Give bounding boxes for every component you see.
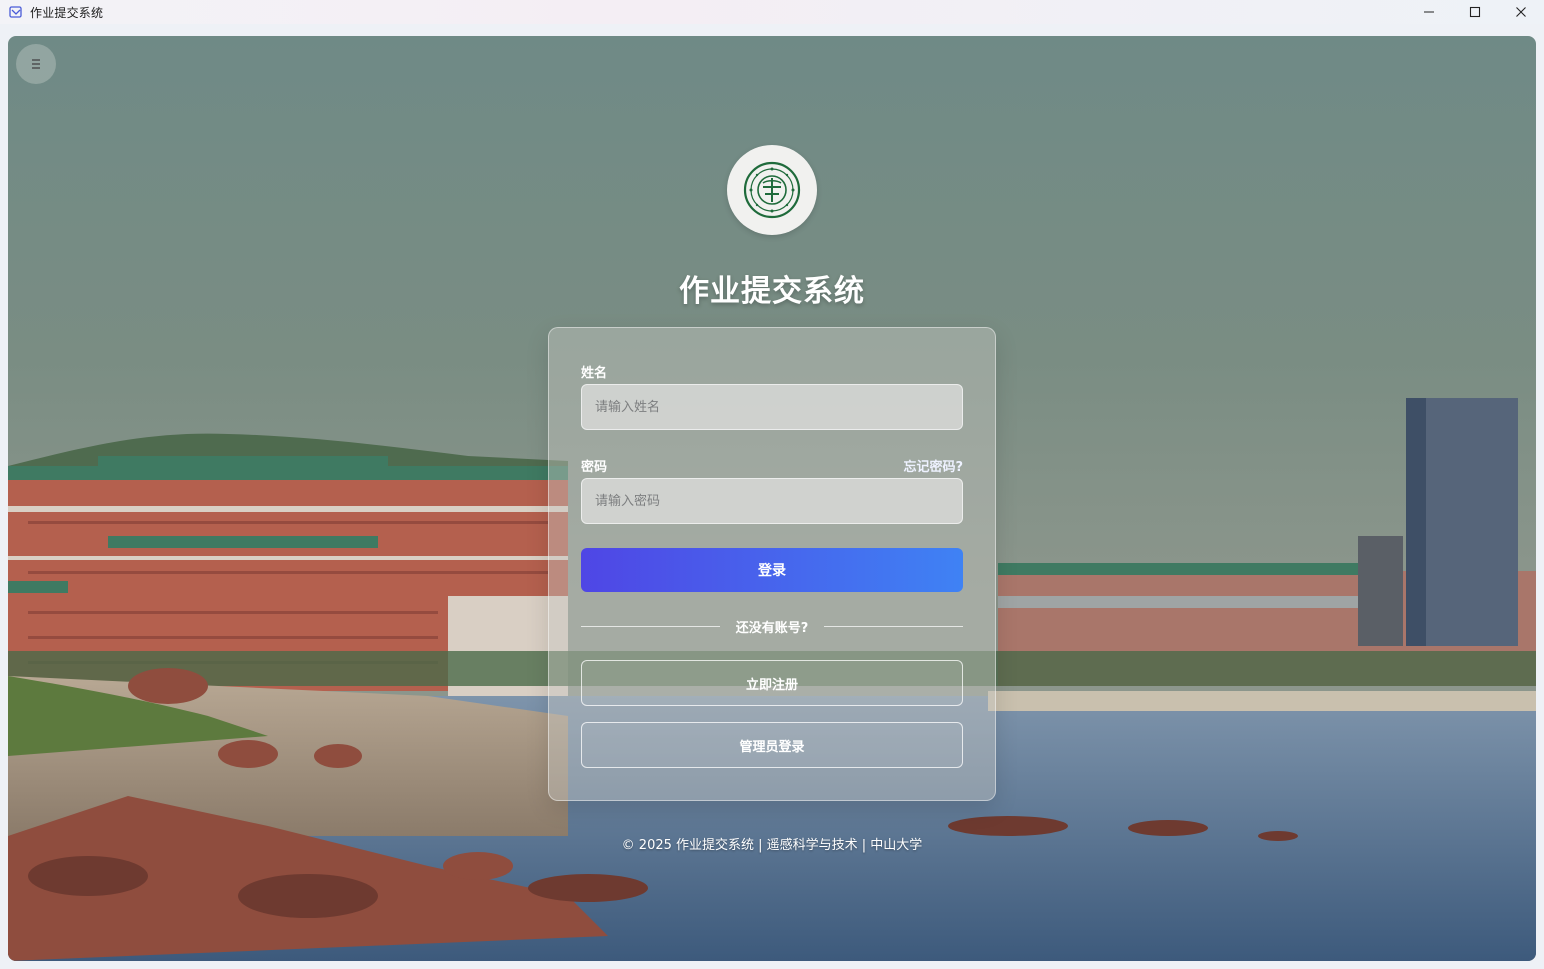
maximize-icon [1469,6,1481,18]
password-input[interactable] [581,478,963,524]
login-card: 姓名 密码 忘记密码? 登录 还没有账号? 立即注册 管理员登录 [548,327,996,801]
university-logo [727,145,817,235]
name-label: 姓名 [581,366,608,381]
minimize-button[interactable] [1406,0,1452,24]
app-icon [9,6,22,18]
admin-login-button[interactable]: 管理员登录 [581,722,963,768]
minimize-icon [1424,11,1434,13]
maximize-button[interactable] [1452,0,1498,24]
window-controls [1406,0,1544,24]
no-account-text: 还没有账号? [735,620,809,636]
menu-toggle-button[interactable] [16,44,56,84]
password-label: 密码 [581,460,608,475]
app-surface: 作业提交系统 姓名 密码 忘记密码? 登录 还没有账号? 立即注册 管理员登录 … [8,36,1536,961]
app-title: 作业提交系统 [679,274,865,309]
login-button[interactable]: 登录 [581,548,963,592]
footer-text: © 2025 作业提交系统 | 遥感科学与技术 | 中山大学 [621,838,923,853]
window-title: 作业提交系统 [30,5,104,20]
name-input[interactable] [581,384,963,430]
university-seal-icon [743,161,801,219]
close-icon [1516,7,1526,17]
register-button[interactable]: 立即注册 [581,660,963,706]
forgot-password-link[interactable]: 忘记密码? [903,456,963,475]
divider-line-left [581,625,720,627]
close-button[interactable] [1498,0,1544,24]
window-titlebar: 作业提交系统 [0,0,1544,24]
menu-icon [32,59,40,69]
divider-line-right [824,625,964,627]
divider: 还没有账号? [581,616,964,636]
